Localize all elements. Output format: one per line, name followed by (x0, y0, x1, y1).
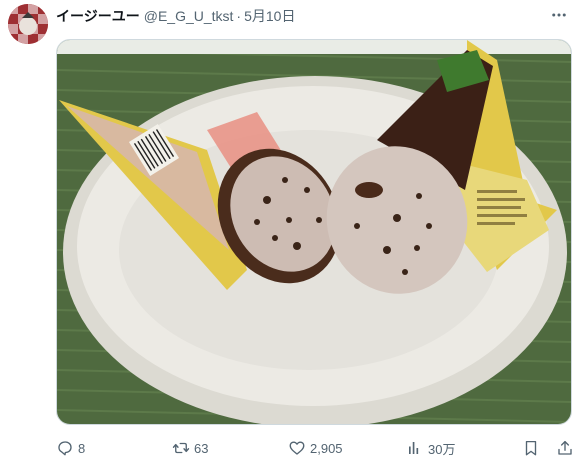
avatar[interactable] (8, 4, 48, 44)
tweet-actions: 8 63 2,905 30万 (56, 437, 576, 459)
reply-button[interactable]: 8 (56, 437, 85, 459)
user-handle[interactable]: @E_G_U_tkst (144, 8, 234, 24)
bookmark-icon (525, 440, 537, 456)
tweet-photo[interactable] (56, 39, 572, 425)
views-button[interactable]: 30万 (406, 437, 455, 459)
display-name[interactable]: イージーユー (56, 6, 140, 26)
more-button[interactable] (548, 4, 570, 26)
like-button[interactable]: 2,905 (288, 437, 343, 459)
reply-icon (58, 441, 72, 456)
more-icon (552, 13, 566, 17)
tweet-header: イージーユー @E_G_U_tkst · 5月10日 (56, 6, 295, 26)
like-icon (289, 441, 305, 455)
share-button[interactable] (556, 437, 574, 459)
tweet-date[interactable]: 5月10日 (244, 6, 295, 26)
separator-dot: · (236, 8, 242, 24)
share-icon (558, 440, 572, 455)
retweet-count: 63 (194, 440, 209, 456)
reply-count: 8 (78, 440, 86, 456)
view-count: 30万 (428, 441, 456, 457)
tweet: イージーユー @E_G_U_tkst · 5月10日 8 63 2,905 30… (0, 0, 584, 462)
views-icon (409, 442, 419, 454)
avatar-image (8, 4, 48, 44)
bookmark-button[interactable] (522, 437, 540, 459)
retweet-icon (172, 442, 190, 454)
retweet-button[interactable]: 63 (172, 437, 208, 459)
like-count: 2,905 (310, 440, 343, 456)
ice-cream-photo (57, 40, 571, 424)
